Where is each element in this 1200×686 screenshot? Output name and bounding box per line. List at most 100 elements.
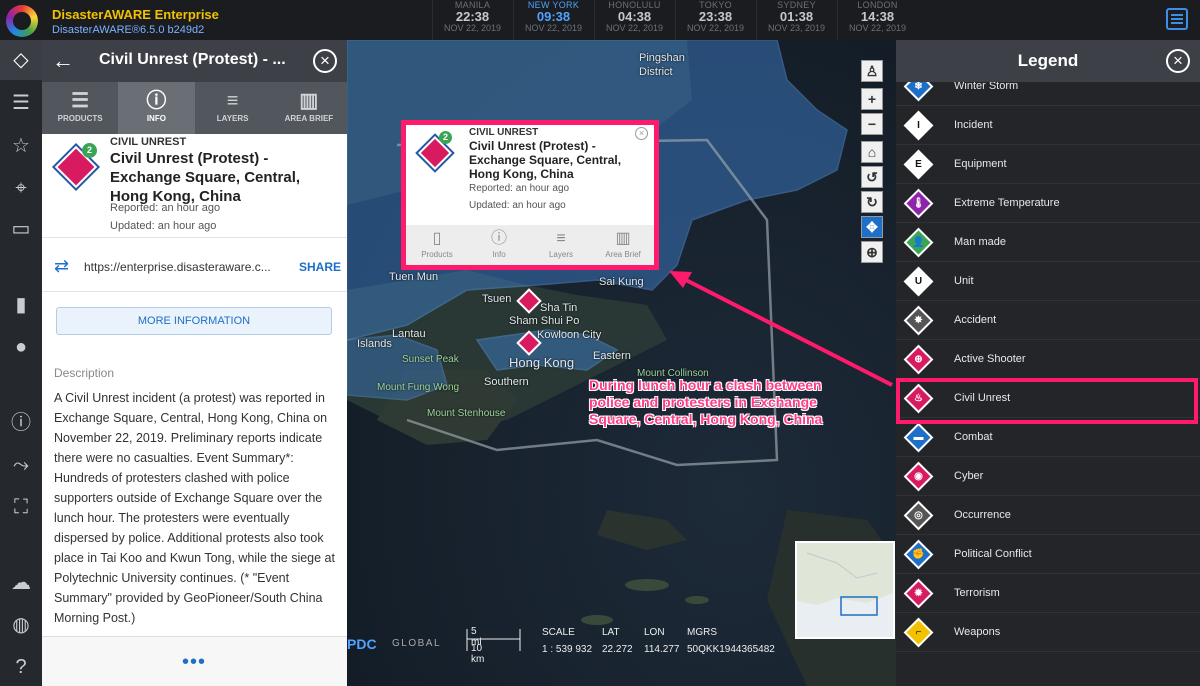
globe-icon[interactable]: ● xyxy=(8,334,34,360)
close-legend-button[interactable]: × xyxy=(1166,49,1190,73)
rotate-right-icon[interactable]: ↻ xyxy=(861,191,883,213)
legend-glyph: ⊕ xyxy=(914,354,923,365)
mgrs-value: 50QKK1944365482 xyxy=(687,644,775,655)
map-place-label: Mount Stenhouse xyxy=(427,408,506,419)
world-clock[interactable]: SYDNEY 01:38 NOV 23, 2019 xyxy=(756,0,836,40)
legend-header: Legend × xyxy=(896,40,1200,82)
world-clock[interactable]: NEW YORK 09:38 NOV 22, 2019 xyxy=(513,0,593,40)
event-url[interactable]: https://enterprise.disasteraware.c... xyxy=(84,260,289,274)
overview-map[interactable] xyxy=(795,541,895,639)
map-place-label: Tsuen xyxy=(482,293,512,305)
legend-item-occurrence[interactable]: ◎ Occurrence xyxy=(896,496,1200,535)
tab-layers[interactable]: ≡ LAYERS xyxy=(195,82,271,134)
clock-time: 23:38 xyxy=(698,9,733,24)
world-clock[interactable]: LONDON 14:38 NOV 22, 2019 xyxy=(837,0,917,40)
popup-tab-info[interactable]: ⓘ Info xyxy=(468,225,530,265)
legend-item-equipment[interactable]: E Equipment xyxy=(896,145,1200,184)
legend-item-active-shooter[interactable]: ⊕ Active Shooter xyxy=(896,340,1200,379)
layers-stack-icon[interactable]: ☰ xyxy=(8,90,34,116)
legend-item-incident[interactable]: I Incident xyxy=(896,106,1200,145)
popup-tab-area-brief[interactable]: ▥ Area Brief xyxy=(592,225,654,265)
list-icon: ☰ xyxy=(71,90,90,112)
occurrence-icon: ◎ xyxy=(903,500,934,531)
legend-item-unit[interactable]: U Unit xyxy=(896,262,1200,301)
description-heading: Description xyxy=(54,366,115,380)
route-icon[interactable]: ⤳ xyxy=(8,452,34,478)
info-icon: ⓘ xyxy=(490,230,507,247)
accident-icon: ✸ xyxy=(903,305,934,336)
clock-date: NOV 22, 2019 xyxy=(605,23,664,33)
cyber-icon: ◉ xyxy=(903,461,934,492)
legend-label: Occurrence xyxy=(954,509,1011,521)
legend-label: Incident xyxy=(954,119,993,131)
legend-item-cyber[interactable]: ◉ Cyber xyxy=(896,457,1200,496)
zoom-box-icon[interactable]: ⊕ xyxy=(861,241,883,263)
political-conflict-icon: ✊ xyxy=(903,539,934,570)
tab-label: AREA BRIEF xyxy=(284,114,334,123)
legend-highlight-annotation xyxy=(896,378,1198,424)
map-place-label: Lantau xyxy=(392,328,426,340)
app-logo[interactable] xyxy=(6,5,38,37)
location-pin-icon[interactable]: ⌖ xyxy=(8,175,34,201)
description-text: A Civil Unrest incident (a protest) was … xyxy=(54,391,335,625)
legend-item-terrorism[interactable]: ✹ Terrorism xyxy=(896,574,1200,613)
light-bulb-icon[interactable]: ◍ xyxy=(8,612,34,638)
legend-label: Active Shooter xyxy=(954,353,1026,365)
clock-date: NOV 22, 2019 xyxy=(443,23,502,33)
tab-area-brief[interactable]: ▥ AREA BRIEF xyxy=(271,82,347,134)
legend-item-political-conflict[interactable]: ✊ Political Conflict xyxy=(896,535,1200,574)
event-name: Civil Unrest (Protest) - Exchange Square… xyxy=(110,150,301,205)
map-place-label: Southern xyxy=(484,376,529,388)
products-icon: ▯ xyxy=(432,230,442,247)
pdc-global-label: GLOBAL xyxy=(392,638,442,649)
close-panel-button[interactable]: × xyxy=(313,49,337,73)
legend-item-accident[interactable]: ✸ Accident xyxy=(896,301,1200,340)
share-button[interactable]: SHARE xyxy=(299,260,341,274)
world-clock[interactable]: MANILA 22:38 NOV 22, 2019 xyxy=(432,0,512,40)
weapons-icon: ⌐ xyxy=(903,617,934,648)
more-information-button[interactable]: MORE INFORMATION xyxy=(56,307,332,335)
legend-label: Terrorism xyxy=(954,587,1000,599)
legend-item-extreme-temperature[interactable]: 🌡 Extreme Temperature xyxy=(896,184,1200,223)
star-icon[interactable]: ☆ xyxy=(8,133,34,159)
more-options-icon[interactable]: ••• xyxy=(182,651,206,674)
video-camera-icon[interactable]: ▭ xyxy=(8,216,34,242)
help-icon[interactable]: ? xyxy=(8,654,34,680)
tab-products[interactable]: ☰ PRODUCTS xyxy=(42,82,118,134)
legend-glyph: ⌐ xyxy=(915,627,922,638)
legend-panel: ❄ Winter Storm I Incident E Equipment 🌡 Extreme… xyxy=(896,40,1200,686)
world-clock[interactable]: HONOLULU 04:38 NOV 22, 2019 xyxy=(594,0,674,40)
overview-map-canvas xyxy=(797,543,893,637)
pan-icon[interactable]: ✥ xyxy=(861,216,883,238)
tab-label: PRODUCTS xyxy=(57,114,103,123)
pegman-icon[interactable]: ♙ xyxy=(861,60,883,82)
legend-item-weapons[interactable]: ⌐ Weapons xyxy=(896,613,1200,652)
map-place-label: Mount Fung Wong xyxy=(377,382,460,393)
map-marker-area-icon[interactable]: ⛶ xyxy=(8,494,34,520)
bar-chart-icon[interactable]: ▮ xyxy=(8,292,34,318)
disasteraware-home-icon[interactable]: ◇ xyxy=(0,40,42,80)
zoom-in-icon[interactable]: + xyxy=(861,88,883,110)
report-icon[interactable] xyxy=(1166,8,1188,30)
world-clock[interactable]: TOKYO 23:38 NOV 22, 2019 xyxy=(675,0,755,40)
zoom-out-icon[interactable]: − xyxy=(861,113,883,135)
chart-icon: ▥ xyxy=(299,90,319,112)
popup-tab-products[interactable]: ▯ Products xyxy=(406,225,468,265)
scale-label: SCALE xyxy=(542,627,575,638)
man-made-icon: 👤 xyxy=(903,227,934,258)
home-icon[interactable]: ⌂ xyxy=(861,141,883,163)
download-cloud-icon[interactable]: ☁ xyxy=(8,570,34,596)
legend-glyph: ◉ xyxy=(914,471,923,482)
legend-item-man-made[interactable]: 👤 Man made xyxy=(896,223,1200,262)
chart-icon: ▥ xyxy=(615,230,631,247)
map-view[interactable]: Pingshan District Sha Tin Sai Kung Tuen Mun T… xyxy=(347,40,896,686)
map-place-label: Kowloon City xyxy=(537,329,602,341)
popup-tab-layers[interactable]: ≡ Layers xyxy=(530,225,592,265)
tab-info[interactable]: ⓘ INFO xyxy=(118,82,195,134)
panel-header: ← Civil Unrest (Protest) - ... × xyxy=(42,40,347,82)
rotate-left-icon[interactable]: ↺ xyxy=(861,166,883,188)
legend-glyph: 👤 xyxy=(912,237,925,248)
link-icon: ⇄ xyxy=(54,256,70,276)
back-arrow-icon[interactable]: ← xyxy=(52,48,74,74)
info-circle-icon[interactable]: ⓘ xyxy=(8,410,34,436)
